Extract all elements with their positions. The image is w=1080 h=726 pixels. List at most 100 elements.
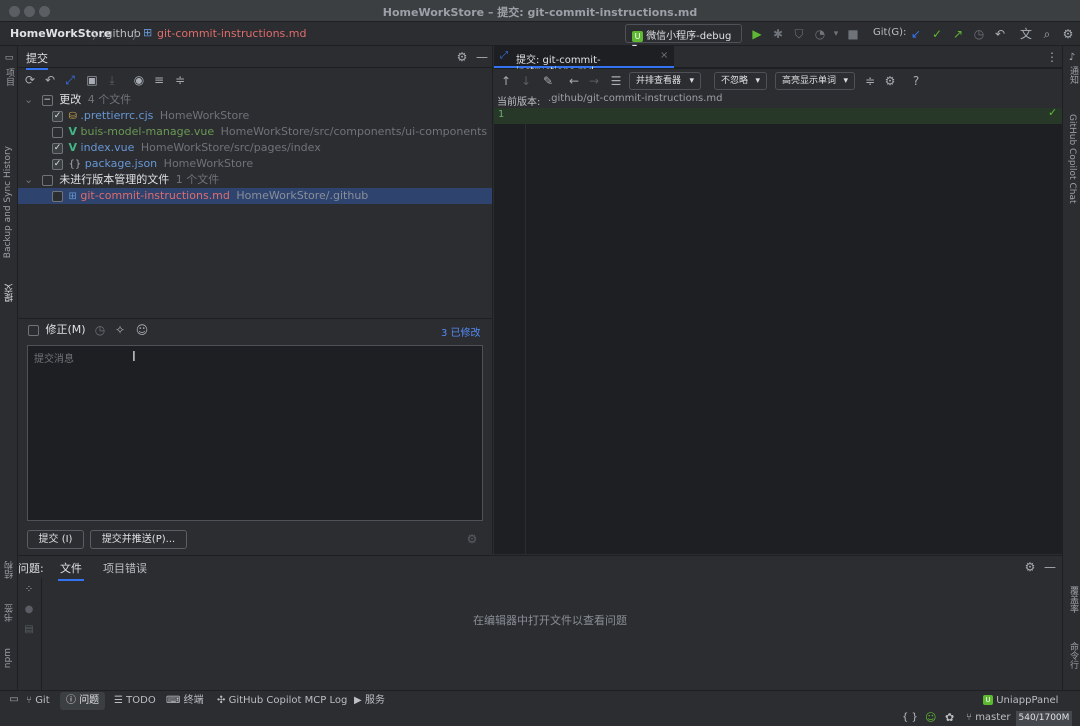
file-checkbox[interactable]: ✓ xyxy=(52,110,63,122)
modified-count-link[interactable]: 3 已修改 xyxy=(441,324,481,339)
edit-source-icon[interactable]: ✎ xyxy=(540,73,556,89)
view-options-eye-icon[interactable]: ◉ xyxy=(131,72,147,88)
text-cursor-icon: I xyxy=(132,350,136,365)
copilot-status-icon[interactable]: ☺ xyxy=(925,711,936,724)
statusbar-tab-terminal[interactable]: ⌨ 终端 xyxy=(160,692,210,710)
file-row[interactable]: ✓ {} package.json HomeWorkStore xyxy=(52,156,253,172)
diff-editor: ⤢ 提交: git-commit-instructions.md × ⋮ ↑ ↓… xyxy=(494,46,1062,554)
commit-options-gear-icon[interactable]: ⚙ xyxy=(464,531,480,547)
show-diff-icon[interactable]: ⤢ xyxy=(62,72,78,88)
statusbar-tab-copilot-mcp-log[interactable]: ✣ GitHub Copilot MCP Log xyxy=(211,692,353,710)
tool-notifications[interactable]: 通知 xyxy=(1067,66,1080,84)
terminal-icon: ⌨ xyxy=(166,695,181,706)
file-checkbox[interactable] xyxy=(52,126,63,138)
editor-tab[interactable]: ⤢ 提交: git-commit-instructions.md × xyxy=(494,46,674,77)
commit-button[interactable]: 提交 (I) xyxy=(27,530,84,549)
expand-all-icon[interactable]: ≡ xyxy=(151,72,167,88)
ai-generate-icon[interactable]: ✧ xyxy=(112,322,128,338)
diff-settings-gear-icon[interactable]: ⚙ xyxy=(882,73,898,89)
unversioned-group[interactable]: ⌄ 未进行版本管理的文件 1 个文件 xyxy=(24,172,219,188)
uniapp-panel-button[interactable]: U UniappPanel xyxy=(983,692,1058,710)
refresh-icon[interactable]: ⟳ xyxy=(22,72,38,88)
file-checkbox[interactable]: ✓ xyxy=(52,158,63,170)
run-config-dropdown[interactable]: U 微信小程序-debug ▾ xyxy=(625,24,742,53)
highlight-dropdown[interactable]: 高亮显示单词 ▾ xyxy=(775,72,855,90)
file-name: index.vue xyxy=(80,141,135,154)
file-row-selected[interactable]: ⊞ git-commit-instructions.md HomeWorkSto… xyxy=(52,188,368,204)
more-run-chevron-icon[interactable]: ▾ xyxy=(828,26,844,42)
commit-history-icon[interactable]: ◷ xyxy=(92,322,108,338)
memory-indicator[interactable]: 540/1700M xyxy=(1016,711,1072,726)
shelve-icon[interactable]: ▣ xyxy=(84,72,100,88)
tool-commit[interactable]: 提交 xyxy=(3,284,16,302)
branch-widget[interactable]: ⑂ master xyxy=(966,712,1010,723)
translate-icon[interactable]: 文 xyxy=(1018,26,1034,42)
git-history-icon[interactable]: ◷ xyxy=(971,26,987,42)
tab-file[interactable]: 文件 xyxy=(58,560,84,581)
statusbar-tab-git[interactable]: ⑂ Git xyxy=(20,692,56,710)
git-push-icon[interactable]: ↗ xyxy=(950,26,966,42)
file-list-icon[interactable]: ☰ xyxy=(608,73,624,89)
file-row[interactable]: ✓ V index.vue HomeWorkStore/src/pages/in… xyxy=(52,140,321,156)
rollback-icon[interactable]: ↶ xyxy=(42,72,58,88)
group-checkbox[interactable]: − xyxy=(41,94,53,106)
file-row[interactable]: ✓ ⛁ .prettierrc.cjs HomeWorkStore xyxy=(52,108,249,124)
project-folder-icon[interactable]: ▭ xyxy=(1,50,17,66)
problems-settings-gear-icon[interactable]: ⚙ xyxy=(1022,559,1038,575)
run-icon[interactable]: ▶ xyxy=(749,26,765,42)
file-row[interactable]: V buis-model-manage.vue HomeWorkStore/sr… xyxy=(52,124,487,140)
git-rollback-icon[interactable]: ↶ xyxy=(992,26,1008,42)
ignore-dropdown[interactable]: 不忽略 ▾ xyxy=(714,72,767,90)
tool-terminal[interactable]: 命令行 xyxy=(1067,642,1080,669)
commit-and-push-button[interactable]: 提交并推送(P)... xyxy=(90,530,187,549)
problems-minimize-icon[interactable]: — xyxy=(1042,559,1058,575)
braces-icon[interactable]: { } xyxy=(902,712,918,723)
tool-npm[interactable]: npm xyxy=(3,648,13,668)
tool-coverage[interactable]: 覆盖率 xyxy=(1067,586,1080,613)
coverage-icon[interactable]: ⛉ xyxy=(791,26,807,42)
statusbar-tab-todo[interactable]: ☰ TODO xyxy=(108,692,162,710)
git-update-icon[interactable]: ↙ xyxy=(908,26,924,42)
collapse-unchanged-icon[interactable]: ≑ xyxy=(862,73,878,89)
tool-structure[interactable]: 结构 xyxy=(3,561,16,579)
group-checkbox[interactable] xyxy=(41,174,53,186)
tool-backup-sync[interactable]: Backup and Sync History xyxy=(3,146,13,258)
panel-settings-gear-icon[interactable]: ⚙ xyxy=(454,49,470,65)
amend-option[interactable]: 修正(M) xyxy=(28,322,86,338)
back-arrow-icon[interactable]: ← xyxy=(566,73,582,89)
amend-checkbox[interactable] xyxy=(28,324,39,336)
panel-minimize-icon[interactable]: — xyxy=(474,49,490,65)
debug-icon[interactable]: ✱ xyxy=(770,26,786,42)
stop-icon[interactable]: ■ xyxy=(845,26,861,42)
tab-project-errors[interactable]: 项目错误 xyxy=(103,560,147,576)
more-options-icon[interactable]: ⋮ xyxy=(1044,49,1060,65)
previous-diff-icon[interactable]: ↑ xyxy=(498,73,514,89)
chevron-down-icon: ▾ xyxy=(755,76,760,86)
git-commit-icon[interactable]: ✓ xyxy=(929,26,945,42)
breadcrumb-file[interactable]: git-commit-instructions.md xyxy=(157,27,306,40)
group-by-icon[interactable]: ⁘ xyxy=(21,582,37,598)
profile-icon[interactable]: ◔ xyxy=(812,26,828,42)
download-icon[interactable]: ⤓ xyxy=(104,72,120,88)
statusbar-tab-problems[interactable]: ⓘ 问题 xyxy=(60,692,106,710)
copilot-icon[interactable]: ☺ xyxy=(134,322,150,338)
commit-message-input[interactable]: 提交消息 I xyxy=(27,345,483,521)
file-checkbox[interactable]: ✓ xyxy=(52,142,63,154)
changes-group[interactable]: ⌄ − 更改 4 个文件 xyxy=(24,92,131,108)
statusbar-tab-services[interactable]: ▶ 服务 xyxy=(348,692,391,710)
paw-icon[interactable]: ✿ xyxy=(945,711,954,724)
collapse-all-icon[interactable]: ≑ xyxy=(172,72,188,88)
tool-project[interactable]: 项目 xyxy=(3,68,16,86)
uniapp-panel-label: UniappPanel xyxy=(996,695,1059,706)
viewer-dropdown[interactable]: 并排查看器 ▾ xyxy=(629,72,701,90)
tool-bookmarks[interactable]: 书签 xyxy=(3,604,16,622)
help-icon[interactable]: ? xyxy=(908,73,924,89)
search-icon[interactable]: ⌕ xyxy=(1039,26,1055,42)
notifications-bell-icon[interactable]: ♪ xyxy=(1064,50,1080,66)
file-checkbox[interactable] xyxy=(52,190,63,202)
tool-copilot-chat[interactable]: GitHub Copilot Chat xyxy=(1067,114,1077,203)
close-tab-icon[interactable]: × xyxy=(660,50,668,61)
forward-arrow-icon[interactable]: → xyxy=(586,73,602,89)
next-diff-icon[interactable]: ↓ xyxy=(518,73,534,89)
settings-gear-icon[interactable]: ⚙ xyxy=(1060,26,1076,42)
